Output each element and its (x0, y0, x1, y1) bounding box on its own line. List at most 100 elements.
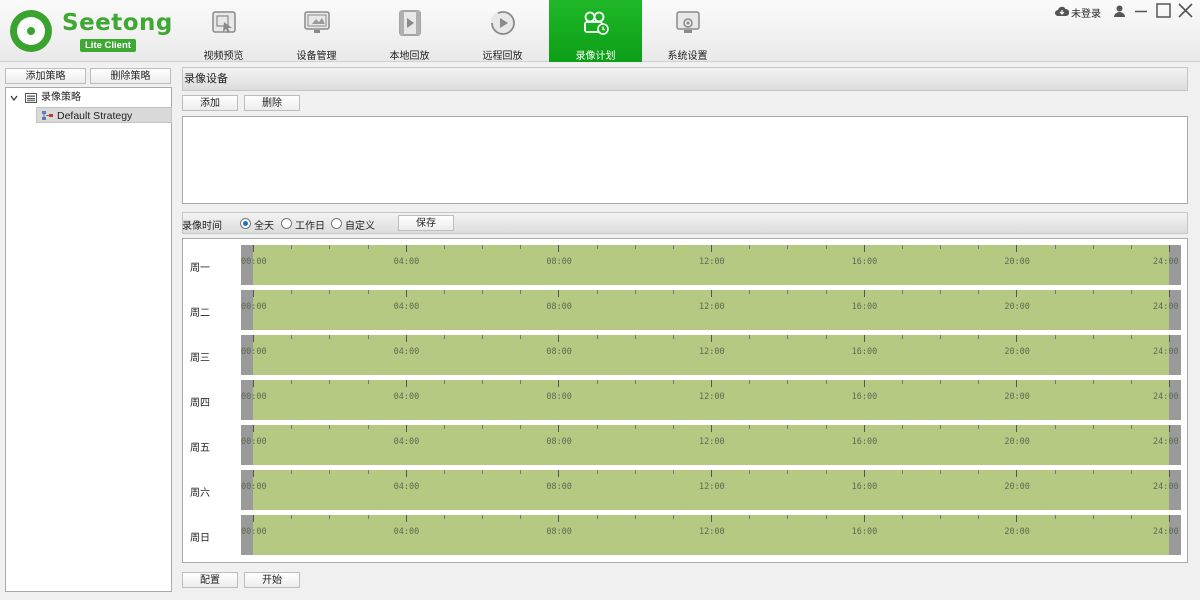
hour-label: 24:00 (1153, 527, 1179, 537)
hour-label: 16:00 (851, 527, 878, 537)
delete-strategy-button[interactable]: 删除策略 (90, 68, 171, 84)
hour-label: 16:00 (851, 257, 878, 267)
close-icon[interactable] (1178, 3, 1193, 18)
hour-label: 12:00 (699, 437, 725, 447)
hour-tick (291, 380, 293, 384)
add-strategy-button[interactable]: 添加策略 (5, 68, 86, 84)
hour-label: 20:00 (1004, 482, 1030, 492)
hour-tick (787, 470, 789, 474)
strategy-tree: 录像策略 Default Strategy (5, 87, 172, 592)
tab-record-plan[interactable]: 录像计划 (549, 0, 642, 62)
hour-tick (1092, 515, 1094, 519)
hour-tick (329, 290, 331, 294)
user-icon[interactable] (1114, 5, 1125, 17)
save-button[interactable]: 保存 (398, 215, 454, 231)
tab-label: 本地回放 (389, 51, 430, 62)
day-track[interactable]: 00:00 04:00 08:00 12:00 16:00 20:00 24:00 (241, 425, 1181, 465)
maximize-icon[interactable] (1156, 3, 1171, 18)
radio-custom-label[interactable]: 自定义 (345, 217, 375, 232)
radio-workday-label[interactable]: 工作日 (295, 217, 325, 232)
day-track[interactable]: 00:00 04:00 08:00 12:00 16:00 20:00 24:00 (241, 290, 1181, 330)
hour-tick (443, 515, 445, 519)
hour-label: 24:00 (1153, 392, 1179, 402)
hour-label: 24:00 (1153, 257, 1179, 267)
login-status[interactable]: 未登录 (1071, 5, 1101, 20)
hour-tick (1016, 290, 1018, 297)
day-track[interactable]: 00:00 04:00 08:00 12:00 16:00 20:00 24:00 (241, 335, 1181, 375)
hour-tick (520, 290, 522, 294)
hour-tick (443, 470, 445, 474)
add-device-button[interactable]: 添加 (182, 95, 238, 111)
hour-tick (749, 380, 751, 384)
hour-tick (1092, 290, 1094, 294)
hour-tick (1054, 380, 1056, 384)
hour-tick (253, 290, 254, 297)
config-button[interactable]: 配置 (182, 572, 238, 588)
hour-tick (940, 470, 941, 474)
hour-tick (1054, 245, 1056, 249)
hour-tick (825, 470, 827, 474)
hour-tick (482, 290, 483, 294)
tab-remote-playback[interactable]: 远程回放 (456, 0, 549, 62)
hour-tick (749, 245, 751, 249)
minimize-icon[interactable] (1134, 4, 1148, 18)
hour-label: 16:00 (851, 302, 878, 312)
hour-label: 04:00 (393, 347, 420, 357)
tab-device-manage[interactable]: 设备管理 (270, 0, 363, 62)
hour-tick (940, 290, 941, 294)
hour-label: 04:00 (393, 482, 420, 492)
tab-video-preview[interactable]: 视频预览 (177, 0, 270, 62)
hour-tick (940, 245, 941, 249)
hour-tick (291, 290, 293, 294)
hour-tick (1092, 245, 1094, 249)
hour-tick (482, 335, 483, 339)
hour-label: 12:00 (699, 302, 725, 312)
hour-tick (443, 245, 445, 249)
hour-tick (329, 245, 331, 249)
hour-tick (901, 335, 903, 339)
top-bar: Seetong Lite Client 视频预览 设备管理 本地回放 远程回放 … (0, 0, 1200, 62)
hour-tick (253, 425, 254, 432)
strategy-list-icon (25, 93, 37, 103)
hour-label: 04:00 (393, 302, 420, 312)
hour-tick (940, 425, 941, 429)
start-button[interactable]: 开始 (244, 572, 300, 588)
radio-custom[interactable] (331, 218, 342, 229)
radio-all-day[interactable] (240, 218, 251, 229)
hour-label: 20:00 (1004, 257, 1030, 267)
cloud-icon[interactable] (1055, 6, 1069, 17)
day-track[interactable]: 00:00 04:00 08:00 12:00 16:00 20:00 24:00 (241, 515, 1181, 555)
hour-tick (329, 380, 331, 384)
hour-label: 04:00 (393, 257, 420, 267)
hour-label: 00:00 (241, 302, 267, 312)
hour-tick (749, 290, 751, 294)
record-device-header: 录像设备 (182, 67, 1188, 91)
day-label: 周二 (190, 308, 210, 319)
hour-tick (825, 245, 827, 249)
day-track[interactable]: 00:00 04:00 08:00 12:00 16:00 20:00 24:00 (241, 470, 1181, 510)
tree-item-default-strategy[interactable]: Default Strategy (36, 107, 172, 123)
delete-device-button[interactable]: 删除 (244, 95, 300, 111)
hour-tick (367, 470, 369, 474)
hour-tick (1092, 425, 1094, 429)
hour-tick (672, 290, 674, 294)
hour-tick (367, 425, 369, 429)
hour-tick (405, 470, 407, 477)
tab-label: 远程回放 (482, 51, 523, 62)
tab-local-playback[interactable]: 本地回放 (363, 0, 456, 62)
radio-workday[interactable] (281, 218, 292, 229)
hour-tick (558, 380, 560, 387)
record-device-list[interactable] (182, 116, 1188, 204)
hour-label: 08:00 (546, 392, 572, 402)
radio-all-day-label[interactable]: 全天 (254, 217, 274, 232)
hour-tick (558, 335, 560, 342)
tab-system-settings[interactable]: 系统设置 (641, 0, 734, 62)
hour-tick (520, 245, 522, 249)
hour-tick (787, 425, 789, 429)
hour-tick (711, 425, 712, 432)
day-track[interactable]: 00:00 04:00 08:00 12:00 16:00 20:00 24:00 (241, 245, 1181, 285)
day-track[interactable]: 00:00 04:00 08:00 12:00 16:00 20:00 24:00 (241, 380, 1181, 420)
chevron-down-icon[interactable] (10, 94, 18, 102)
hour-tick (405, 335, 407, 342)
hour-label: 00:00 (241, 257, 267, 267)
